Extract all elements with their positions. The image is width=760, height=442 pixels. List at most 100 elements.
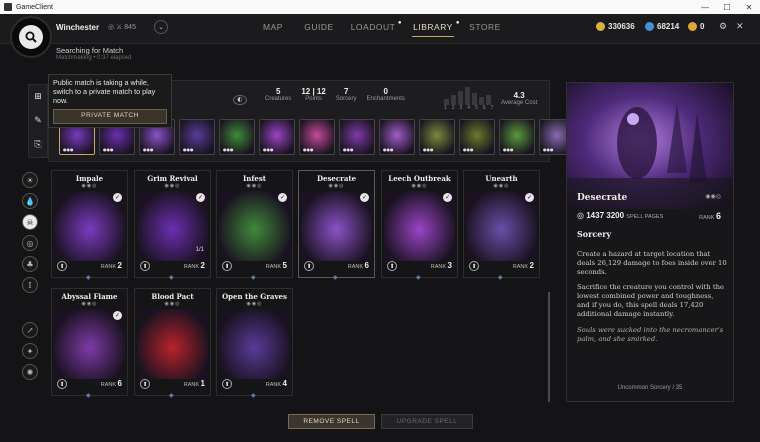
deck-card-thumbnail[interactable]: ●●● — [419, 119, 455, 155]
stat-sorcery: 7 Sorcery — [336, 87, 357, 102]
spell-card[interactable]: Grim Revival ◉◉◎ ✓ 1/1 ⬆ RANK 2 ◆ — [134, 170, 211, 281]
edit-icon[interactable]: ✎ — [29, 109, 47, 133]
spell-card[interactable]: Unearth ◉◉◎ ✓ ⬆ RANK 2 ◆ — [463, 170, 540, 281]
spell-effect-text: Create a hazard at target location that … — [577, 250, 727, 276]
filter-spell-type-icon[interactable]: ↗ — [22, 322, 38, 338]
card-rank-value: 6 — [117, 379, 122, 388]
spell-card[interactable]: Desecrate ◉◉◎ ✓ ⬆ RANK 6 ◆ — [298, 170, 375, 281]
card-rank: RANK 5 — [266, 261, 287, 270]
card-cost-pips: ◉◉◎ — [493, 183, 510, 189]
filter-skull-icon[interactable]: ☠ — [22, 214, 38, 230]
in-deck-check-icon: ✓ — [443, 193, 452, 202]
card-name: Desecrate — [316, 174, 357, 183]
filter-enchant-type-icon[interactable]: ✺ — [22, 364, 38, 380]
thumbnail-cost-pips: ●●● — [223, 147, 234, 152]
upgrade-spell-button[interactable]: UPGRADE SPELL — [381, 414, 473, 429]
enchantments-label: Enchantments — [366, 96, 405, 102]
deck-card-thumbnail[interactable]: ●●● — [339, 119, 375, 155]
card-type-icon: ⬆ — [57, 261, 67, 271]
nav-map[interactable]: MAP — [250, 22, 296, 32]
matchmaking-status: Searching for Match Matchmaking • 0:37 e… — [56, 46, 131, 61]
deck-card-thumbnail[interactable]: ●●● — [299, 119, 335, 155]
histogram-bar — [486, 95, 491, 105]
stat-creatures: 5 Creatures — [265, 87, 291, 102]
add-icon[interactable]: ⊞ — [29, 85, 47, 109]
card-rank-label: RANK — [347, 264, 364, 270]
in-deck-check-icon: ✓ — [360, 193, 369, 202]
close-window-button[interactable]: ✕ — [738, 3, 760, 12]
card-cost-pips: ◉◉◎ — [164, 301, 181, 307]
in-deck-check-icon: ✓ — [113, 193, 122, 202]
copy-icon[interactable]: ⎘ — [29, 133, 47, 157]
card-rank: RANK 2 — [513, 261, 534, 270]
card-art — [466, 191, 537, 261]
gem-value: 68214 — [657, 22, 680, 31]
private-match-button[interactable]: PRIVATE MATCH — [53, 109, 167, 124]
spell-card[interactable]: Blood Pact ◉◉◎ ⬆ RANK 1 ◆ — [134, 288, 211, 399]
filter-neutral-icon[interactable]: Ⅰ — [22, 277, 38, 293]
deck-card-thumbnail[interactable]: ●●● — [459, 119, 495, 155]
cost-histogram — [444, 87, 491, 105]
thumbnail-cost-pips: ●●● — [503, 147, 514, 152]
in-deck-check-icon: ✓ — [196, 193, 205, 202]
filter-creature-type-icon[interactable]: ✦ — [22, 343, 38, 359]
rarity-gem-icon: ◆ — [333, 274, 338, 281]
card-type-icon: ⬆ — [304, 261, 314, 271]
deck-card-thumbnail[interactable]: ●●● — [219, 119, 255, 155]
spell-card[interactable]: Impale ◉◉◎ ✓ ⬆ RANK 2 ◆ — [51, 170, 128, 281]
card-rank-value: 4 — [282, 379, 287, 388]
app-icon — [4, 3, 12, 11]
avg-cost-value: 4.3 — [513, 91, 525, 100]
filter-swirl-icon[interactable]: ◎ — [22, 235, 38, 251]
card-rank-label: RANK — [430, 264, 447, 270]
filter-tree-icon[interactable]: ♣ — [22, 256, 38, 272]
card-rank-label: RANK — [265, 382, 282, 388]
sorcery-value: 7 — [343, 87, 349, 96]
chevron-down-icon[interactable]: ⌄ — [154, 20, 168, 34]
deck-card-thumbnail[interactable]: ●●● — [179, 119, 215, 155]
remove-spell-button[interactable]: REMOVE SPELL — [288, 414, 375, 429]
card-name: Abyssal Flame — [61, 292, 118, 301]
deck-card-thumbnail[interactable]: ●●● — [499, 119, 535, 155]
level-value: 845 — [124, 24, 136, 31]
nav-library[interactable]: LIBRARY ● — [404, 20, 462, 37]
library-scrollbar[interactable] — [548, 292, 550, 402]
gear-icon[interactable]: ⚙ — [719, 22, 727, 32]
detail-rank-label: RANK — [699, 215, 715, 221]
card-type-icon: ⬆ — [387, 261, 397, 271]
matchmaking-status-text: Searching for Match — [56, 46, 124, 55]
private-match-tooltip: Public match is taking a while, switch t… — [48, 74, 172, 128]
spell-description: Create a hazard at target location that … — [577, 250, 727, 350]
deck-card-thumbnail[interactable]: ●●● — [259, 119, 295, 155]
card-type-icon: ⬆ — [57, 379, 67, 389]
creatures-label: Creatures — [265, 96, 292, 102]
thumbnail-cost-pips: ●●● — [463, 147, 474, 152]
spell-card[interactable]: Leech Outbreak ◉◉◎ ✓ ⬆ RANK 3 ◆ — [381, 170, 458, 281]
deck-toggle-icon[interactable]: ◐ — [233, 95, 247, 105]
card-rank-label: RANK — [265, 264, 282, 270]
school-filters: ☀ 💧 ☠ ◎ ♣ Ⅰ ↗ ✦ ✺ — [22, 172, 42, 385]
histogram-bar — [465, 87, 470, 105]
close-icon[interactable]: ✕ — [736, 22, 744, 32]
spell-card[interactable]: Abyssal Flame ◉◉◎ ✓ ⬆ RANK 6 ◆ — [51, 288, 128, 399]
spell-type: Sorcery — [577, 229, 612, 239]
nav-store[interactable]: STORE — [462, 22, 508, 32]
card-art — [137, 309, 208, 379]
filter-sun-icon[interactable]: ☀ — [22, 172, 38, 188]
minimize-button[interactable]: — — [694, 3, 716, 12]
nav-loadout[interactable]: LOADOUT ● — [342, 20, 404, 32]
main-nav: MAP GUIDE LOADOUT ● LIBRARY ● STORE — [250, 20, 508, 37]
filter-water-icon[interactable]: 💧 — [22, 193, 38, 209]
blue-gem-icon — [645, 22, 654, 31]
rarity-gem-icon: ◆ — [86, 392, 91, 399]
nav-guide[interactable]: GUIDE — [296, 22, 342, 32]
deck-card-thumbnail[interactable]: ●●● — [379, 119, 415, 155]
card-rank-value: 6 — [364, 261, 369, 270]
spell-card[interactable]: Infest ◉◉◎ ✓ ⬆ RANK 5 ◆ — [216, 170, 293, 281]
maximize-button[interactable]: ☐ — [716, 3, 738, 12]
thumbnail-cost-pips: ●●● — [543, 147, 554, 152]
card-rank: RANK 6 — [101, 379, 122, 388]
avatar[interactable] — [10, 16, 52, 58]
spell-card[interactable]: Open the Graves ◉◉◎ ⬆ RANK 4 ◆ — [216, 288, 293, 399]
stat-points: 12 | 12 Points — [301, 87, 325, 102]
